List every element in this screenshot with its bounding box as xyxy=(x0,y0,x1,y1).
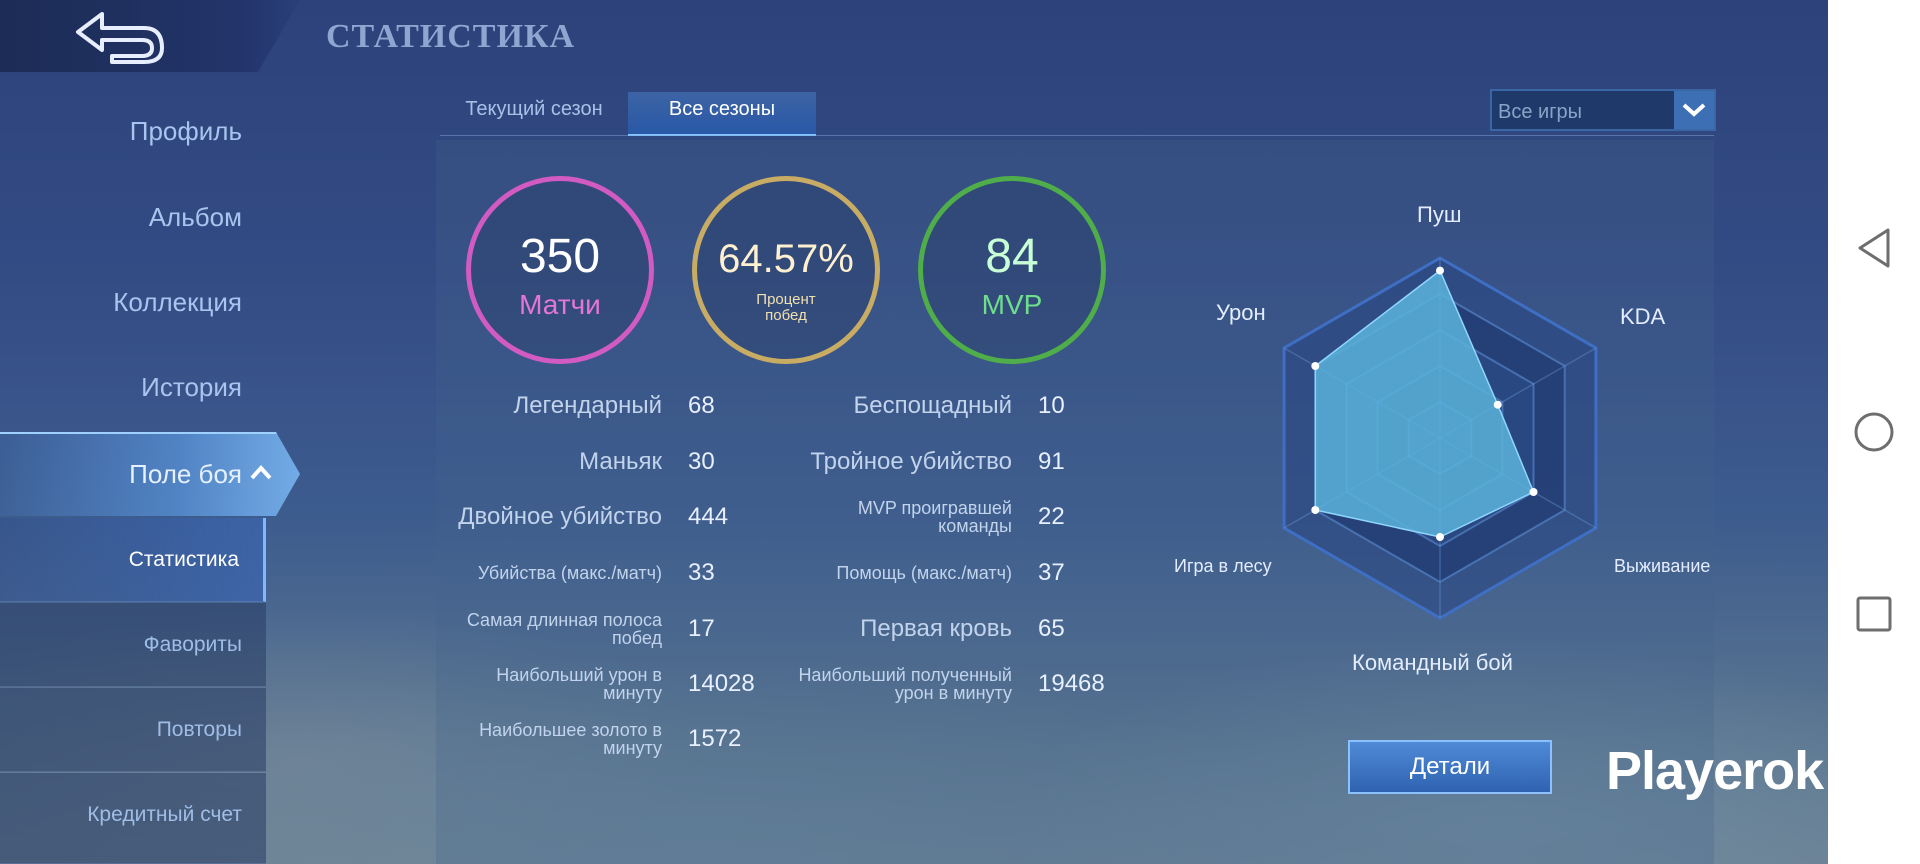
radar-point-2 xyxy=(1529,488,1538,496)
stat-label-triple-kill: Тройное убийство xyxy=(810,448,1012,475)
stat-label-max-damage: Наибольший урон в минуту xyxy=(496,665,662,703)
winrate-label: Процент побед xyxy=(697,292,875,324)
radar-label-kda: KDA xyxy=(1620,304,1666,329)
radar-label-survival: Выживание xyxy=(1614,556,1711,576)
stat-value-maniac: 30 xyxy=(688,448,715,475)
radar-label-push: Пуш xyxy=(1417,202,1462,227)
radar-label-damage: Урон xyxy=(1216,300,1266,325)
sidebar-subitem-label: Повторы xyxy=(156,718,242,741)
tab-divider xyxy=(440,135,1714,136)
stat-value-first-blood: 65 xyxy=(1038,615,1065,642)
stat-label-max-damage-taken: Наибольший полученный урон в минуту xyxy=(798,665,1012,703)
stat-value-double-kill: 444 xyxy=(688,503,729,530)
sidebar-item-label: Альбом xyxy=(148,202,242,232)
tab-current-season[interactable]: Текущий сезон xyxy=(440,92,628,136)
matches-circle: 350 Матчи xyxy=(466,176,654,364)
sidebar-subitem-favorites[interactable]: Фавориты xyxy=(0,603,266,687)
stat-label-max-assists: Помощь (макс./матч) xyxy=(836,563,1012,583)
stat-value-legendary: 68 xyxy=(688,392,715,419)
game-screen: СТАТИСТИКА Профиль Альбом Коллекция Исто… xyxy=(0,0,1828,864)
sidebar-item-collection[interactable]: Коллекция xyxy=(0,287,242,318)
winrate-value: 64.57% xyxy=(718,237,854,281)
radar-label-jungle: Игра в лесу xyxy=(1174,556,1272,576)
stat-value-triple-kill: 91 xyxy=(1038,448,1065,475)
recents-square-icon xyxy=(1856,596,1892,632)
mvp-value: 84 xyxy=(985,230,1039,283)
radar-point-5 xyxy=(1311,362,1320,370)
sidebar-item-profile[interactable]: Профиль xyxy=(0,116,242,147)
stat-label-double-kill: Двойное убийство xyxy=(458,503,662,530)
sidebar-item-label: Профиль xyxy=(129,116,242,146)
nav-home-button[interactable] xyxy=(1846,404,1902,460)
chevron-up-icon xyxy=(250,465,272,480)
radar-point-3 xyxy=(1436,533,1444,541)
stat-value-win-streak: 17 xyxy=(688,615,715,642)
tab-all-seasons[interactable]: Все сезоны xyxy=(628,92,816,136)
game-mode-select[interactable]: Все игры xyxy=(1490,89,1716,131)
sidebar-subitem-credit-score[interactable]: Кредитный счет xyxy=(0,773,266,864)
nav-recents-button[interactable] xyxy=(1846,586,1902,642)
stat-value-max-gold: 1572 xyxy=(688,725,742,752)
winrate-label-line2: побед xyxy=(765,307,807,324)
stat-label-savage: Беспощадный xyxy=(853,392,1012,419)
sidebar-subitem-label: Кредитный счет xyxy=(87,803,242,826)
radar-chart-svg xyxy=(1282,256,1598,620)
home-circle-icon xyxy=(1854,412,1894,452)
sidebar-item-battlefield[interactable]: Поле боя xyxy=(0,432,300,516)
back-arrow-icon xyxy=(76,12,164,64)
stat-value-max-damage-taken: 19468 xyxy=(1038,670,1105,697)
stat-value-max-kills: 33 xyxy=(688,559,715,586)
matches-value: 350 xyxy=(519,230,601,283)
chevron-down-icon[interactable] xyxy=(1674,91,1714,129)
page-title: СТАТИСТИКА xyxy=(326,18,576,55)
stat-label-first-blood: Первая кровь xyxy=(860,615,1012,642)
select-value: Все игры xyxy=(1498,101,1582,123)
stat-value-losing-mvp: 22 xyxy=(1038,503,1065,530)
back-button[interactable] xyxy=(0,0,300,72)
stat-label-max-gold: Наибольшее золото в минуту xyxy=(479,720,662,758)
nav-back-button[interactable] xyxy=(1846,220,1902,276)
details-button[interactable]: Детали xyxy=(1348,740,1552,794)
radar-point-1 xyxy=(1493,400,1502,409)
sidebar-item-label: История xyxy=(141,372,242,402)
android-nav-bar xyxy=(1828,0,1920,864)
watermark-logo: Playerok xyxy=(1606,741,1824,801)
stat-label-maniac: Маньяк xyxy=(579,448,662,475)
sidebar-item-label: Коллекция xyxy=(113,287,242,317)
mvp-circle: 84 MVP xyxy=(918,176,1106,364)
radar-point-4 xyxy=(1311,506,1320,514)
sidebar-item-album[interactable]: Альбом xyxy=(0,202,242,233)
sidebar-item-history[interactable]: История xyxy=(0,372,242,403)
sidebar-subitem-label: Фавориты xyxy=(143,633,242,656)
radar-label-teamfight: Командный бой xyxy=(1352,650,1513,675)
stat-label-max-kills: Убийства (макс./матч) xyxy=(477,563,662,583)
mvp-label: MVP xyxy=(981,289,1043,320)
stat-value-savage: 10 xyxy=(1038,392,1065,419)
radar-point-0 xyxy=(1436,266,1444,275)
sidebar-item-label: Поле боя xyxy=(129,459,242,489)
sidebar-subitem-label: Статистика xyxy=(128,548,239,571)
matches-label: Матчи xyxy=(519,289,601,320)
winrate-circle: 64.57% Процент побед xyxy=(692,176,880,364)
sidebar-subitem-replays[interactable]: Повторы xyxy=(0,688,266,772)
stat-label-legendary: Легендарный xyxy=(513,392,662,419)
winrate-label-line1: Процент xyxy=(756,291,816,308)
stat-value-max-assists: 37 xyxy=(1038,559,1065,586)
back-triangle-icon xyxy=(1858,228,1890,268)
sidebar-subitem-statistics[interactable]: Статистика xyxy=(0,518,266,602)
stat-label-losing-mvp: MVP проигравшей команды xyxy=(857,498,1012,536)
stat-label-win-streak: Самая длинная полоса побед xyxy=(466,610,662,648)
radar-chart: Пуш KDA Выживание Командный бой Игра в л… xyxy=(1160,190,1720,710)
